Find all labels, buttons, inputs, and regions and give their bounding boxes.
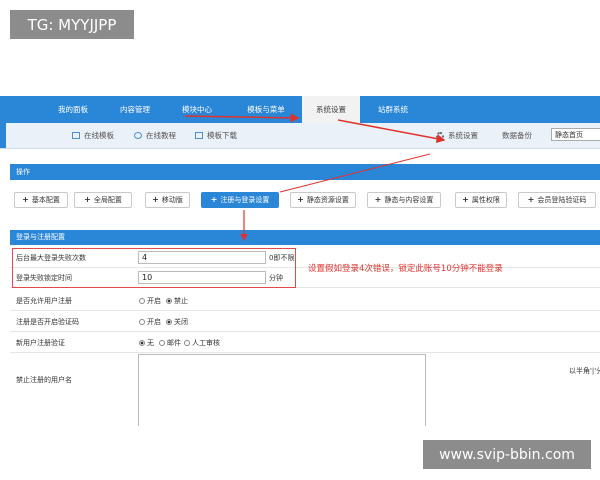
plus-icon: +: [152, 195, 159, 204]
nav-content-management[interactable]: 内容管理: [106, 96, 164, 123]
register-captcha-off-option[interactable]: 关闭: [166, 317, 188, 327]
sidebar-edge: [0, 123, 6, 148]
nav-my-panel[interactable]: 我的面板: [44, 96, 102, 123]
verify-email-option[interactable]: 邮件: [159, 338, 181, 348]
new-user-verify-row: 新用户注册验证 无 邮件 人工审核: [10, 332, 600, 353]
global-config-button[interactable]: + 全局配置: [74, 192, 132, 208]
option-label: 开启: [147, 297, 161, 305]
button-label: 静态资源设置: [306, 196, 349, 204]
register-captcha-label: 注册是否开启验证码: [16, 318, 79, 326]
watermark-bottom: www.svip-bbin.com: [423, 440, 591, 469]
forbid-names-textarea[interactable]: [138, 354, 426, 426]
register-captcha-row: 注册是否开启验证码 开启 关闭: [10, 311, 600, 332]
button-label: 会员登陆验证码: [537, 196, 587, 204]
online-templates-label: 在线模板: [84, 131, 114, 140]
mobile-version-button[interactable]: + 移动版: [145, 192, 190, 208]
radio-icon: [159, 340, 165, 346]
annotation-note: 设置假如登录4次错误，锁定此账号10分钟不能登录: [308, 264, 503, 274]
template-download-link[interactable]: 模板下载: [195, 123, 237, 148]
online-templates-link[interactable]: 在线模板: [72, 123, 114, 148]
plus-icon: +: [297, 195, 304, 204]
register-login-settings-button[interactable]: + 注册与登录设置: [201, 192, 279, 208]
data-backup-label: 数据备份: [502, 131, 532, 140]
radio-checked-icon: [166, 298, 172, 304]
allow-register-off-option[interactable]: 禁止: [166, 296, 188, 306]
verify-none-option[interactable]: 无: [139, 338, 154, 348]
allow-register-label: 是否允许用户注册: [16, 297, 72, 305]
button-label: 基本配置: [31, 196, 60, 204]
radio-icon: [184, 340, 190, 346]
option-label: 禁止: [174, 297, 188, 305]
top-navigation: 我的面板 内容管理 模块中心 模板与菜单 系统设置 站群系统: [0, 96, 600, 123]
basic-config-button[interactable]: + 基本配置: [14, 192, 68, 208]
plus-icon: +: [374, 195, 382, 204]
option-label: 开启: [147, 318, 161, 326]
radio-checked-icon: [139, 340, 145, 346]
online-tutorials-link[interactable]: 在线教程: [134, 123, 176, 148]
login-section-header: 登录与注册配置: [10, 230, 600, 245]
monitor-icon: [72, 132, 80, 139]
option-label: 关闭: [174, 318, 188, 326]
nav-site-group[interactable]: 站群系统: [364, 96, 422, 123]
allow-register-row: 是否允许用户注册 开启 禁止: [10, 290, 600, 311]
static-content-settings-button[interactable]: + 静态与内容设置: [367, 192, 441, 208]
gear-icon: [436, 131, 444, 140]
allow-register-on-option[interactable]: 开启: [139, 296, 161, 306]
option-label: 人工审核: [192, 339, 220, 347]
online-tutorials-label: 在线教程: [146, 131, 176, 140]
watermark-top: TG: MYYJJPP: [10, 10, 134, 39]
button-label: 属性权限: [471, 196, 500, 204]
forbid-names-label: 禁止注册的用户名: [16, 376, 72, 384]
operations-bar: 操作: [10, 164, 600, 180]
download-icon: [195, 132, 203, 139]
data-backup-link[interactable]: 数据备份: [502, 123, 532, 148]
radio-checked-icon: [166, 319, 172, 325]
nav-templates-menus[interactable]: 模板与菜单: [234, 96, 298, 123]
button-label: 静态与内容设置: [384, 196, 434, 204]
nav-module-center[interactable]: 模块中心: [168, 96, 226, 123]
option-label: 邮件: [167, 339, 181, 347]
button-label: 全局配置: [93, 196, 122, 204]
admin-screenshot: 我的面板 内容管理 模块中心 模板与菜单 系统设置 站群系统 在线模板 在线教程…: [0, 96, 600, 426]
template-download-label: 模板下载: [207, 131, 237, 140]
plus-icon: +: [527, 195, 535, 204]
radio-icon: [139, 319, 145, 325]
highlight-box: [12, 248, 296, 288]
book-icon: [134, 132, 142, 139]
radio-icon: [139, 298, 145, 304]
member-login-captcha-button[interactable]: + 会员登陆验证码: [518, 192, 596, 208]
plus-icon: +: [210, 195, 218, 204]
attribute-permissions-button[interactable]: + 属性权限: [455, 192, 507, 208]
separator-hint: 以半角'|'分: [569, 367, 600, 375]
sub-navigation: 在线模板 在线教程 模板下载 系统设置 数据备份 静态首页: [0, 123, 600, 149]
plus-icon: +: [84, 195, 91, 204]
option-label: 无: [147, 339, 154, 347]
button-label: 注册与登录设置: [220, 196, 270, 204]
static-resource-settings-button[interactable]: + 静态资源设置: [290, 192, 356, 208]
plus-icon: +: [22, 195, 29, 204]
system-settings-label: 系统设置: [448, 131, 478, 140]
button-label: 移动版: [161, 196, 183, 204]
register-captcha-on-option[interactable]: 开启: [139, 317, 161, 327]
verify-manual-option[interactable]: 人工审核: [184, 338, 220, 348]
new-user-verify-label: 新用户注册验证: [16, 339, 65, 347]
system-settings-link[interactable]: 系统设置: [436, 123, 478, 148]
plus-icon: +: [462, 195, 469, 204]
nav-system-settings[interactable]: 系统设置: [302, 96, 360, 123]
static-home-box[interactable]: 静态首页: [551, 128, 600, 141]
